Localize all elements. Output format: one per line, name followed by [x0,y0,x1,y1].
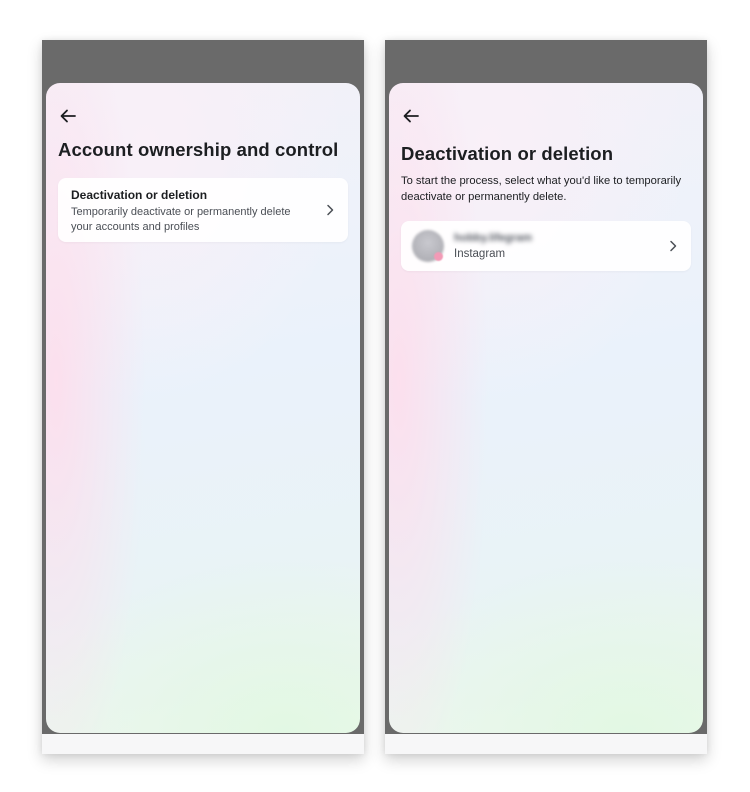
settings-sheet: Account ownership and control Deactivati… [46,83,360,733]
account-platform: Instagram [454,248,506,260]
deactivation-or-deletion-option[interactable]: Deactivation or deletion Temporarily dea… [58,178,348,242]
navigation-bar [385,734,707,754]
back-arrow-icon[interactable] [401,107,421,125]
settings-sheet: Deactivation or deletion To start the pr… [389,83,703,733]
page-subtitle: To start the process, select what you'd … [401,175,682,203]
account-username: hobby.lifegram [454,232,533,244]
navigation-bar [42,734,364,754]
back-arrow-icon[interactable] [58,107,78,125]
phone-screen-deactivation-or-deletion: Deactivation or deletion To start the pr… [385,40,707,754]
chevron-right-icon [670,240,677,252]
instagram-badge-icon [434,252,443,261]
option-title: Deactivation or deletion [71,188,208,202]
phone-screen-account-ownership: Account ownership and control Deactivati… [42,40,364,754]
page-title: Account ownership and control [58,139,339,160]
option-description: Temporarily deactivate or permanently de… [71,206,291,233]
page-title: Deactivation or deletion [401,143,614,164]
screenshot-stage: Account ownership and control Deactivati… [0,0,750,792]
chevron-right-icon [327,204,334,216]
account-list-item[interactable]: hobby.lifegram Instagram [401,221,691,271]
